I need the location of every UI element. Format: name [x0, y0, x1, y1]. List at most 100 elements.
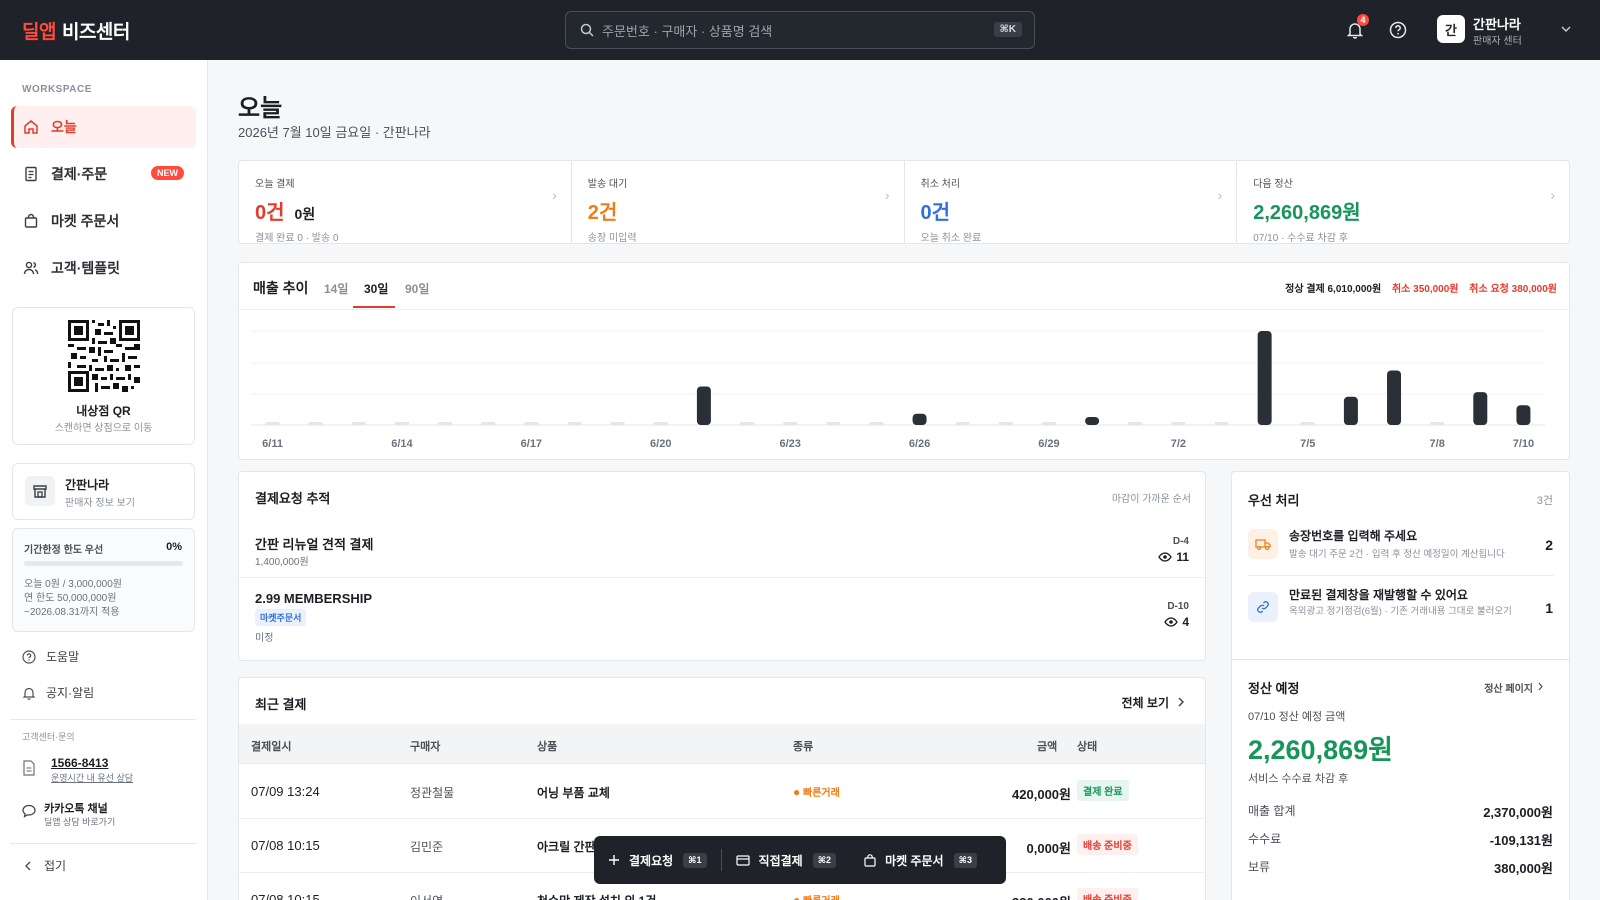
chart-bar-6/25[interactable]: [869, 422, 884, 425]
settlement-label: 07/10 정산 예정 금액: [1248, 711, 1346, 723]
bag-icon: [864, 853, 876, 867]
chart-bar-6/18[interactable]: [567, 422, 582, 425]
payment-request-row[interactable]: 2.99 MEMBERSHIP 마켓주문서 미정 D-10 4: [239, 579, 1205, 659]
chevron-right-icon[interactable]: [1537, 682, 1544, 691]
chart-bar-6/27[interactable]: [955, 422, 970, 425]
store-qr-card[interactable]: 내상점 QR 스캔하면 상점으로 이동: [12, 307, 195, 445]
stat-cancellations[interactable]: 취소 처리 0건 오늘 취소 완료 ›: [905, 161, 1238, 244]
cell-type: ● 빠른거래: [793, 785, 840, 799]
help-button[interactable]: [1386, 18, 1410, 42]
logo-mark: 딜앱: [22, 22, 56, 43]
settlement-row-value: -109,131원: [1489, 833, 1553, 848]
chart-bar-7/6[interactable]: [1343, 396, 1358, 425]
search-input[interactable]: 주문번호 · 구매자 · 상품명 검색 ⌘K: [565, 11, 1035, 49]
chart-bar-7/7[interactable]: [1387, 370, 1402, 425]
logo-text: 비즈센터: [61, 22, 130, 43]
tab-90d[interactable]: 90일: [405, 280, 429, 297]
chart-bar-6/29[interactable]: [1041, 422, 1056, 425]
x-tick-label: 7/10: [1513, 438, 1534, 450]
chart-bar-6/14[interactable]: [394, 422, 409, 425]
chart-bar-7/5[interactable]: [1300, 422, 1315, 425]
plus-icon: [609, 855, 619, 865]
chart-bar-7/1[interactable]: [1128, 422, 1143, 425]
sidebar-help[interactable]: 도움말: [22, 648, 79, 665]
market-order-button[interactable]: 마켓 주문서 ⌘3: [850, 836, 991, 884]
chart-bar-6/24[interactable]: [826, 422, 841, 425]
settlement-page-link[interactable]: 정산 페이지: [1484, 680, 1533, 695]
table-row[interactable]: 07/09 13:24 정관철물 어닝 부품 교체 ● 빠른거래 420,000…: [239, 765, 1205, 819]
chart-bar-6/26[interactable]: [912, 413, 927, 425]
chart-bar-6/21[interactable]: [696, 386, 711, 425]
chart-bar-6/19[interactable]: [610, 422, 625, 425]
notifications-button[interactable]: 4: [1343, 14, 1369, 42]
priority-item[interactable]: 송장번호를 입력해 주세요 발송 대기 주문 2건 · 입력 후 정산 예정일이…: [1232, 516, 1569, 572]
stat-label: 발송 대기: [587, 179, 628, 190]
phone-number[interactable]: 1566-8413: [51, 756, 108, 770]
payment-tracking-sort[interactable]: 마감이 가까운 순서: [1112, 490, 1191, 505]
priority-item[interactable]: 만료된 결제창을 재발행할 수 있어요 옥외광고 정기점검(6월) · 기존 거…: [1232, 578, 1569, 642]
view-all-link[interactable]: 전체 보기: [1122, 694, 1170, 711]
limit-percent: 0%: [166, 541, 182, 553]
sidebar-item-label: 마켓 주문서: [51, 213, 120, 229]
card-icon: [735, 854, 750, 866]
stat-shipping-pending[interactable]: 발송 대기 2건 송장 미입력 ›: [572, 161, 905, 244]
settlement-row-label: 보류: [1248, 860, 1271, 874]
help-icon: [1389, 21, 1407, 39]
chevron-right-icon[interactable]: [1177, 697, 1185, 707]
sidebar-notice[interactable]: 공지·알림: [22, 684, 94, 701]
chart-bar-6/23[interactable]: [783, 422, 798, 425]
cell-amount: 330,000원: [1012, 892, 1071, 900]
sidebar-item-payments[interactable]: 결제·주문 NEW: [11, 153, 196, 195]
stat-label: 오늘 결제: [255, 179, 295, 190]
chart-bar-7/10[interactable]: [1516, 405, 1531, 425]
search-shortcut: ⌘K: [993, 22, 1022, 37]
chevron-right-icon: ›: [1217, 187, 1223, 203]
direct-payment-button[interactable]: 직접결제 ⌘2: [722, 836, 851, 884]
chart-bar-6/12[interactable]: [308, 422, 323, 425]
store-profile-card[interactable]: 간판나라 판매자 정보 보기: [12, 463, 195, 520]
tab-30d[interactable]: 30일: [364, 280, 388, 297]
sidebar-item-today[interactable]: 오늘: [11, 106, 196, 148]
chart-bar-7/3[interactable]: [1214, 422, 1229, 425]
request-views: 4: [1164, 615, 1189, 629]
request-name: 간판 리뉴얼 견적 결제: [255, 537, 374, 552]
chart-bar-6/11[interactable]: [265, 422, 280, 425]
recent-payments-title: 최근 결제: [255, 697, 307, 712]
chevron-down-icon[interactable]: [1561, 25, 1571, 33]
chart-bar-6/22[interactable]: [740, 422, 755, 425]
kakao-sub: 딜앱 상담 바로가기: [44, 817, 116, 827]
limit-progress-bar: [24, 561, 183, 566]
top-bar: 딜앱 비즈센터 주문번호 · 구매자 · 상품명 검색 ⌘K 4 간 간판나라 판…: [0, 0, 1600, 60]
chart-bar-6/17[interactable]: [524, 422, 539, 425]
chart-bar-6/13[interactable]: [351, 422, 366, 425]
chart-bar-6/20[interactable]: [653, 422, 668, 425]
new-payment-request-button[interactable]: 결제요청 ⌘1: [594, 836, 721, 884]
payment-request-row[interactable]: 간판 리뉴얼 견적 결제 1,400,000원 D-4 11: [239, 522, 1205, 578]
request-name: 2.99 MEMBERSHIP: [255, 591, 373, 606]
qr-code: [68, 320, 140, 392]
tab-14d[interactable]: 14일: [324, 280, 348, 297]
chart-bar-6/28[interactable]: [998, 422, 1013, 425]
phone-sub: 운영시간 내 유선 상담: [51, 773, 134, 783]
chart-bar-7/9[interactable]: [1473, 392, 1488, 425]
chart-bar-6/15[interactable]: [438, 422, 453, 425]
notice-label: 공지·알림: [46, 686, 95, 700]
users-icon: [23, 261, 39, 275]
stat-today-payments[interactable]: 오늘 결제 0건 0원 결제 완료 0 · 발송 0 ›: [239, 161, 572, 244]
stat-next-settlement[interactable]: 다음 정산 2,260,869원 07/10 · 수수료 차감 후 ›: [1237, 161, 1569, 244]
chart-bar-6/16[interactable]: [481, 422, 496, 425]
avatar[interactable]: 간: [1437, 15, 1465, 43]
chart-bar-7/8[interactable]: [1430, 422, 1445, 425]
sidebar-collapse[interactable]: 접기: [22, 857, 66, 874]
sidebar-item-market-orders[interactable]: 마켓 주문서: [11, 200, 196, 242]
qr-subtitle: 스캔하면 상점으로 이동: [54, 423, 153, 434]
sidebar-item-customers[interactable]: 고객·템플릿: [11, 247, 196, 289]
sidebar-section-label: WORKSPACE: [22, 84, 92, 95]
logo[interactable]: 딜앱 비즈센터: [22, 17, 130, 44]
kakao-label: 카카오톡 채널: [44, 803, 108, 815]
chart-bar-6/30[interactable]: [1085, 417, 1100, 425]
chart-bar-7/4[interactable]: [1257, 331, 1272, 425]
user-name[interactable]: 간판나라: [1473, 14, 1521, 33]
chart-bar-7/2[interactable]: [1171, 422, 1186, 425]
cell-amount: 0,000원: [1026, 841, 1072, 856]
